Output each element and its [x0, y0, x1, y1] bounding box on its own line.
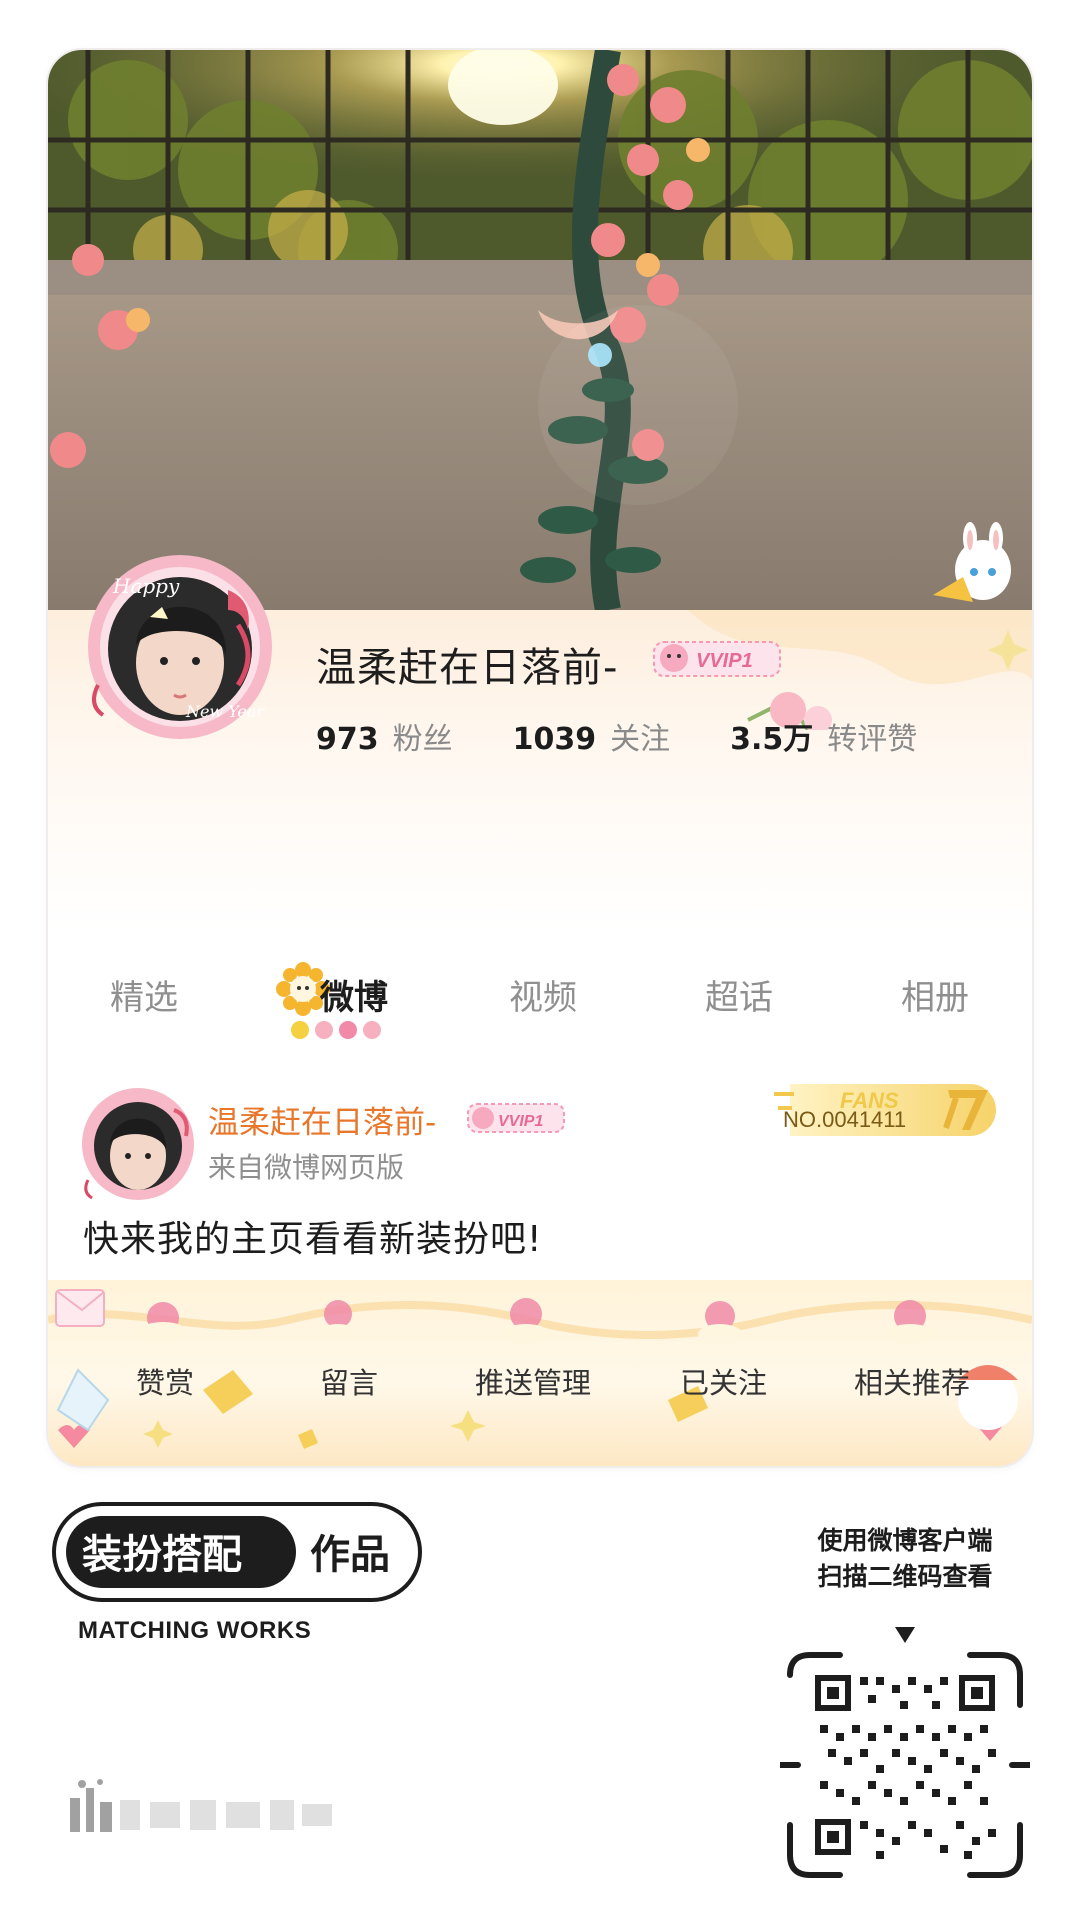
- svg-text:装扮搭配: 装扮搭配: [82, 1532, 242, 1578]
- push-settings-button[interactable]: 推送管理: [475, 1360, 591, 1402]
- profile-username: 温柔赶在日落前-: [316, 645, 619, 691]
- vvip-badge-icon[interactable]: VVIP1: [652, 636, 782, 680]
- profile-stats: 973 粉丝 1039 关注 3.5万 转评赞: [316, 714, 977, 758]
- svg-text:Happy: Happy: [112, 574, 180, 598]
- stat-followers[interactable]: 973 粉丝: [316, 714, 453, 758]
- profile-card: Happy New Year 温柔赶在日落前- VVIP1 973 粉丝 103…: [48, 50, 1032, 1466]
- tab-featured[interactable]: 精选: [84, 970, 204, 1019]
- tab-video[interactable]: 视频: [483, 970, 603, 1019]
- post-username[interactable]: 温柔赶在日落前-: [208, 1097, 436, 1142]
- tab-underline-deco-icon: [291, 1021, 381, 1039]
- stat-following[interactable]: 1039 关注: [513, 714, 671, 758]
- stat-number: 973: [316, 722, 379, 757]
- blurred-watermark: [70, 1778, 350, 1838]
- svg-text:New Year: New Year: [185, 702, 265, 721]
- tab-weibo[interactable]: 微博: [294, 970, 414, 1019]
- stat-label: 关注: [610, 722, 671, 757]
- qr-code[interactable]: [777, 1615, 1033, 1885]
- stat-label: 粉丝: [392, 722, 453, 757]
- post-vvip-badge-icon[interactable]: VVIP1: [466, 1100, 566, 1136]
- scan-line-2: 扫描二维码查看: [817, 1562, 993, 1591]
- action-bar: 赞赏 留言 推送管理 已关注 相关推荐: [48, 1280, 1032, 1466]
- reward-button[interactable]: 赞赏: [136, 1360, 194, 1402]
- stat-reposts-likes[interactable]: 3.5万 转评赞: [730, 714, 917, 758]
- following-button[interactable]: 已关注: [680, 1360, 767, 1402]
- profile-avatar[interactable]: Happy New Year: [78, 545, 288, 755]
- comment-button[interactable]: 留言: [320, 1360, 378, 1402]
- tab-super-topic[interactable]: 超话: [679, 970, 799, 1019]
- stat-label: 转评赞: [827, 722, 918, 757]
- post-avatar[interactable]: [78, 1080, 208, 1210]
- scan-instructions: 使用微博客户端 扫描二维码查看: [785, 1523, 1025, 1595]
- matching-works-logo: 装扮搭配 作品: [52, 1502, 422, 1602]
- svg-text:VVIP1: VVIP1: [498, 1113, 543, 1130]
- matching-works-subtitle: MATCHING WORKS: [78, 1617, 312, 1644]
- svg-text:VVIP1: VVIP1: [696, 650, 753, 672]
- post-text: 快来我的主页看看新装扮吧!: [83, 1219, 543, 1260]
- stat-number: 1039: [512, 722, 597, 757]
- scan-line-1: 使用微博客户端: [817, 1526, 993, 1555]
- svg-text:作品: 作品: [310, 1532, 390, 1578]
- profile-tabs: 精选 微博 视频 超话 相册: [48, 962, 1032, 1050]
- tab-album[interactable]: 相册: [875, 970, 995, 1019]
- cover-photo: [48, 50, 1032, 610]
- fans-number: NO.0041411: [783, 1107, 907, 1132]
- stat-number: 3.5万: [730, 722, 814, 757]
- related-recommendations-button[interactable]: 相关推荐: [854, 1360, 970, 1402]
- post-source: 来自微博网页版: [208, 1151, 405, 1184]
